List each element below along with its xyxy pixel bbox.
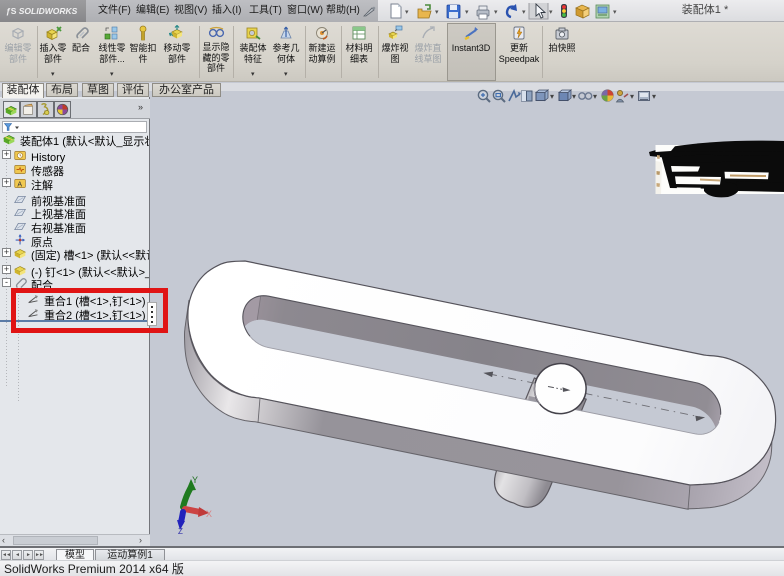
svg-text:Z: Z (178, 527, 183, 534)
svg-text:A: A (17, 182, 22, 189)
svg-text:▾: ▾ (550, 92, 554, 101)
svg-text:▾: ▾ (652, 92, 656, 101)
svg-text:▾: ▾ (593, 92, 597, 101)
svg-text:▾: ▾ (630, 92, 634, 101)
svg-text:Y: Y (192, 475, 198, 485)
svg-text:X: X (206, 509, 212, 519)
svg-text:▾: ▾ (572, 92, 576, 101)
